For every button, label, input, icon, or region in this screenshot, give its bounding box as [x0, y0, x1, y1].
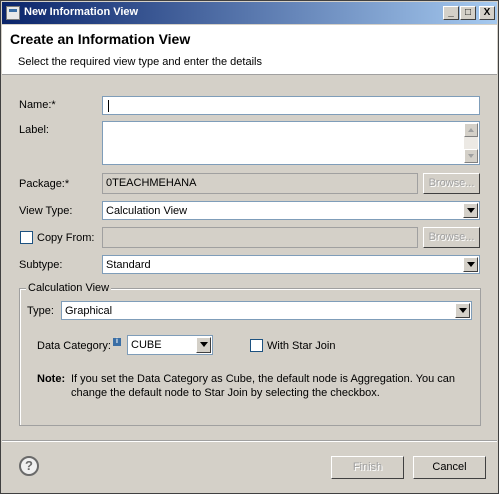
data-category-label: Data Category: [37, 340, 111, 352]
scroll-up-arrow-icon[interactable] [464, 123, 478, 137]
finish-button[interactable]: Finish [331, 456, 404, 479]
data-category-value: CUBE [131, 339, 162, 351]
scroll-down-arrow-icon[interactable] [464, 149, 478, 163]
note-bold: Note: [37, 373, 66, 385]
copy-from-checkbox[interactable] [20, 231, 33, 244]
chevron-down-icon[interactable] [196, 337, 211, 353]
chevron-down-icon[interactable] [463, 203, 478, 218]
name-label: Name:* [19, 99, 56, 111]
note-line-1: If you set the Data Category as Cube, th… [71, 373, 456, 385]
footer-separator [2, 440, 497, 442]
type-label: Type: [27, 305, 54, 317]
copy-from-field [102, 227, 418, 248]
calculation-view-group-title: Calculation View [26, 282, 112, 294]
type-select[interactable]: Graphical [61, 301, 472, 320]
label-textarea[interactable] [102, 121, 480, 165]
package-label: Package:* [19, 178, 70, 190]
label-label: Label: [19, 124, 49, 136]
new-information-view-dialog: New Information View _ □ X Create an Inf… [0, 0, 499, 494]
subtype-value: Standard [106, 259, 151, 271]
package-browse-button[interactable]: Browse... [423, 173, 480, 194]
copy-from-label: Copy From: [37, 232, 95, 244]
star-join-checkbox[interactable] [250, 339, 263, 352]
note-line-2: change the default node to Star Join by … [71, 387, 380, 399]
close-button[interactable]: X [479, 6, 495, 20]
view-type-value: Calculation View [106, 205, 188, 217]
subtype-select[interactable]: Standard [102, 255, 480, 274]
view-type-select[interactable]: Calculation View [102, 201, 480, 220]
minimize-button[interactable]: _ [443, 6, 459, 20]
name-input[interactable] [102, 96, 480, 115]
window-icon [6, 6, 20, 20]
subtype-label: Subtype: [19, 259, 63, 271]
label-scrollbar[interactable] [464, 123, 478, 163]
maximize-button[interactable]: □ [460, 6, 476, 20]
page-subtitle: Select the required view type and enter … [18, 56, 262, 68]
chevron-down-icon[interactable] [463, 257, 478, 272]
window-title: New Information View [24, 6, 139, 18]
page-title: Create an Information View [10, 31, 191, 47]
copy-from-browse-button[interactable]: Browse... [423, 227, 480, 248]
view-type-label: View Type: [19, 205, 73, 217]
package-value: 0TEACHMEHANA [106, 177, 197, 189]
info-icon: i [113, 338, 121, 346]
cancel-button[interactable]: Cancel [413, 456, 486, 479]
star-join-label: With Star Join [267, 340, 336, 352]
data-category-select[interactable]: CUBE [127, 335, 213, 355]
package-field: 0TEACHMEHANA [102, 173, 418, 194]
text-caret [108, 100, 109, 112]
help-icon[interactable]: ? [19, 456, 39, 476]
title-bar: New Information View _ □ X [2, 2, 497, 24]
chevron-down-icon[interactable] [455, 303, 470, 318]
dialog-header: Create an Information View Select the re… [2, 25, 497, 75]
type-value: Graphical [65, 305, 113, 317]
